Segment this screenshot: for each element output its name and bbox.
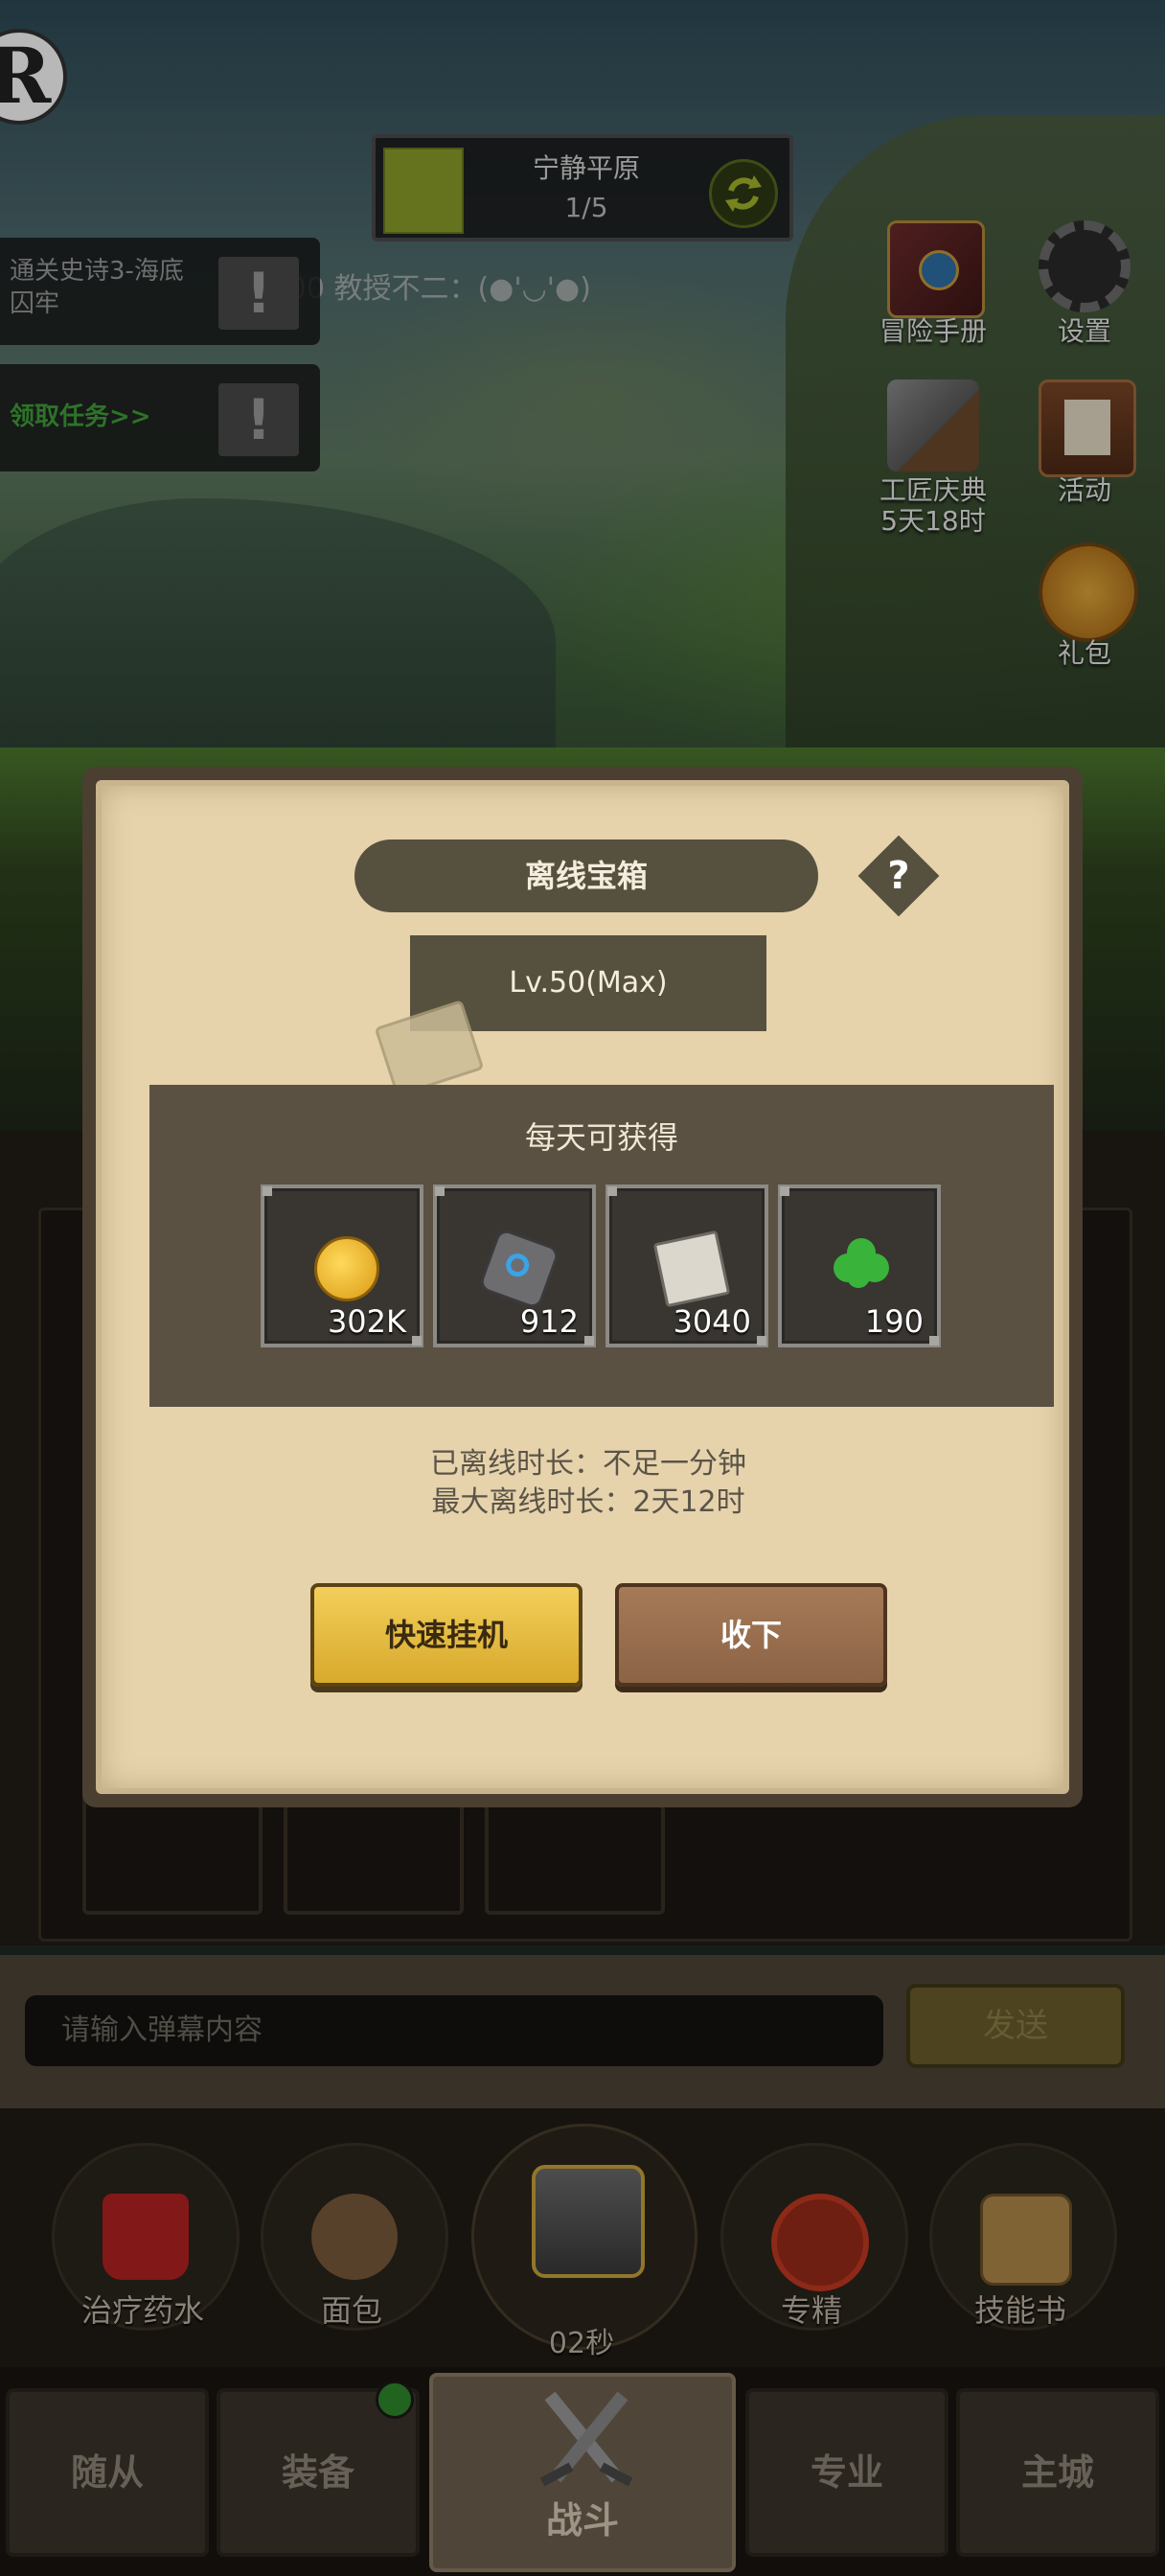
dialog-title: 离线宝箱 (354, 840, 818, 912)
offline-duration: 已离线时长：不足一分钟 (430, 1447, 746, 1481)
max-offline-duration: 最大离线时长：2天12时 (431, 1485, 745, 1519)
offline-chest-dialog: 离线宝箱 ? Lv.50(Max) 每天可获得 302K 912 3040 19… (82, 767, 1083, 1807)
daily-rewards-title: 每天可获得 (524, 1119, 678, 1156)
reward-slot-gold[interactable]: 302K (261, 1184, 423, 1347)
daily-rewards-board: 每天可获得 302K 912 3040 190 (149, 1085, 1054, 1407)
question-icon: ? (887, 854, 910, 898)
help-button[interactable]: ? (857, 835, 940, 917)
dialog-parchment: 离线宝箱 ? Lv.50(Max) 每天可获得 302K 912 3040 19… (96, 780, 1069, 1794)
gold-coin-icon (314, 1236, 379, 1301)
offline-info: 已离线时长：不足一分钟 最大离线时长：2天12时 (102, 1445, 1075, 1522)
reward-quantity: 302K (327, 1303, 406, 1340)
reward-quantity: 3040 (673, 1303, 751, 1340)
reward-quantity: 912 (519, 1303, 579, 1340)
reward-slot-rune[interactable]: 912 (433, 1184, 596, 1347)
clover-icon (832, 1236, 891, 1296)
collect-button[interactable]: 收下 (615, 1583, 887, 1687)
reward-slot-clover[interactable]: 190 (778, 1184, 941, 1347)
scroll-icon (652, 1230, 731, 1308)
reward-slot-scroll[interactable]: 3040 (605, 1184, 768, 1347)
rune-stone-icon (477, 1227, 561, 1311)
quick-idle-button[interactable]: 快速挂机 (310, 1583, 582, 1687)
reward-quantity: 190 (864, 1303, 924, 1340)
